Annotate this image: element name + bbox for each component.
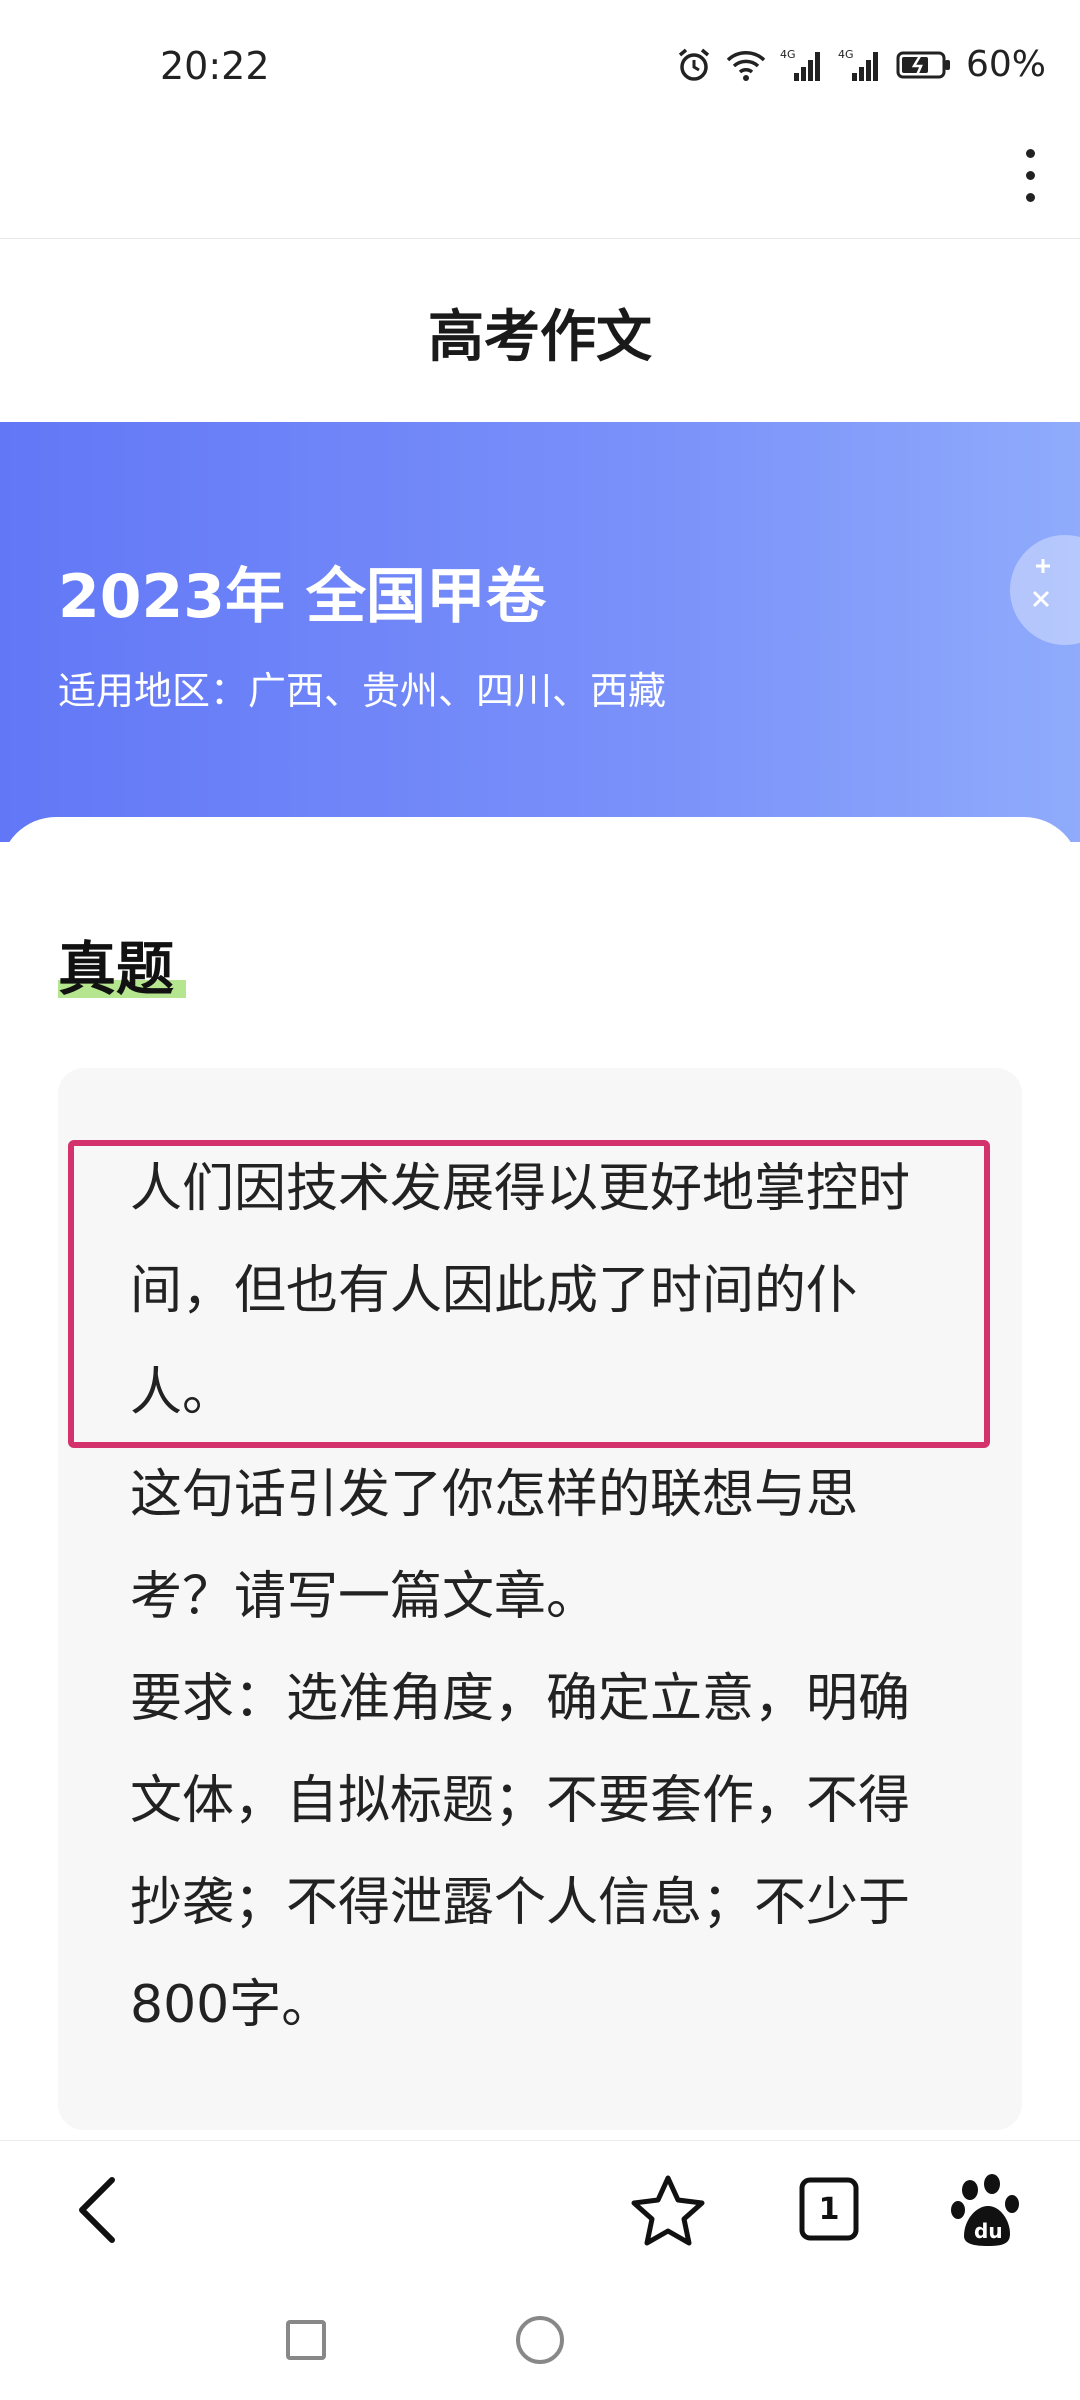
exam-regions: 适用地区：广西、贵州、四川、西藏 — [58, 669, 667, 713]
signal-4g-icon: 4G — [780, 47, 824, 83]
home-circle-icon[interactable] — [516, 2316, 564, 2364]
wifi-icon — [726, 48, 766, 82]
back-button[interactable] — [68, 2170, 132, 2250]
divider — [0, 238, 1080, 239]
status-icons: 4G 4G 60% — [676, 44, 1046, 85]
svg-text:4G: 4G — [838, 48, 854, 61]
recents-square-icon[interactable] — [286, 2320, 326, 2360]
baidu-paw-icon: du — [950, 2174, 1024, 2254]
close-icon — [1028, 556, 1058, 624]
tabs-button[interactable]: 1 — [796, 2174, 862, 2244]
status-time: 20:22 — [160, 44, 270, 88]
baidu-button[interactable]: du — [950, 2170, 1024, 2250]
battery-icon — [896, 50, 952, 80]
battery-percent: 60% — [965, 44, 1046, 85]
svg-text:du: du — [974, 2219, 1003, 2243]
tab-count: 1 — [818, 2191, 840, 2227]
page-title: 高考作文 — [428, 305, 652, 370]
exam-title: 2023年 全国甲卷 — [58, 562, 546, 632]
alarm-icon — [676, 47, 712, 83]
chevron-left-icon — [68, 2177, 132, 2254]
highlight-annotation-box — [68, 1140, 990, 1448]
more-vertical-icon[interactable] — [998, 136, 1062, 214]
section-title: 真题 — [58, 935, 175, 1003]
star-icon — [626, 2175, 710, 2252]
section-heading: 真题 — [58, 922, 186, 1006]
svg-text:4G: 4G — [780, 48, 796, 61]
signal-4g-icon: 4G — [838, 47, 882, 83]
question-paragraph-3: 要求：选准角度，确定立意，明确文体，自拟标题；不要套作，不得抄袭；不得泄露个人信… — [130, 1669, 911, 2035]
question-paragraph-2: 这句话引发了你怎样的联想与思考？请写一篇文章。 — [130, 1465, 859, 1627]
bottom-toolbar — [0, 2140, 1080, 2271]
bookmark-button[interactable] — [626, 2172, 710, 2248]
